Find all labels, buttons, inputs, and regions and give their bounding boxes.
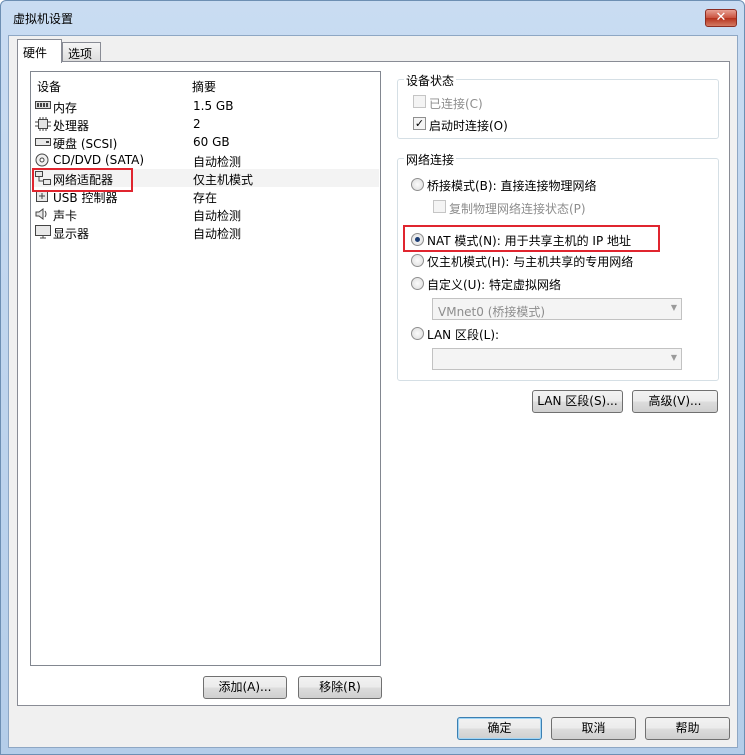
lan-segment-label[interactable]: LAN 区段(L):	[427, 326, 499, 343]
chevron-down-icon: ▼	[670, 353, 677, 362]
connected-checkbox[interactable]	[413, 95, 426, 108]
lan-segment-radio[interactable]	[411, 327, 424, 340]
processor-icon	[35, 117, 51, 131]
host-only-label[interactable]: 仅主机模式(H): 与主机共享的专用网络	[427, 253, 633, 270]
device-summary: 自动检测	[193, 209, 242, 223]
device-row-hard-disk[interactable]: 硬盘 (SCSI) 60 GB	[32, 133, 379, 151]
connected-label[interactable]: 已连接(C)	[429, 95, 483, 112]
cancel-button[interactable]: 取消	[551, 717, 636, 740]
custom-label[interactable]: 自定义(U): 特定虚拟网络	[427, 276, 561, 293]
device-name: 声卡	[53, 209, 78, 223]
device-summary: 存在	[193, 191, 218, 205]
device-row-cd-dvd[interactable]: CD/DVD (SATA) 自动检测	[32, 151, 379, 169]
device-name: 处理器	[53, 119, 90, 133]
highlight-box-nat-mode	[403, 225, 660, 252]
device-name: 显示器	[53, 227, 90, 241]
replicate-state-label[interactable]: 复制物理网络连接状态(P)	[449, 200, 586, 217]
device-summary: 自动检测	[193, 227, 242, 241]
tab-options[interactable]: 选项	[62, 42, 101, 62]
custom-network-select[interactable]: VMnet0 (桥接模式) ▼	[432, 298, 682, 320]
sound-card-icon	[35, 207, 51, 221]
ok-button[interactable]: 确定	[457, 717, 542, 740]
memory-icon	[35, 99, 51, 113]
bridged-label[interactable]: 桥接模式(B): 直接连接物理网络	[427, 177, 596, 194]
lan-segment-select[interactable]: ▼	[432, 348, 682, 370]
network-connection-title: 网络连接	[404, 151, 457, 168]
device-list-header: 设备 摘要	[31, 72, 380, 95]
column-header-summary[interactable]: 摘要	[192, 78, 216, 95]
device-row-processor[interactable]: 处理器 2	[32, 115, 379, 133]
help-button[interactable]: 帮助	[645, 717, 730, 740]
device-name: CD/DVD (SATA)	[53, 153, 145, 167]
device-row-memory[interactable]: 内存 1.5 GB	[32, 97, 379, 115]
custom-network-value: VMnet0 (桥接模式)	[438, 305, 546, 319]
host-only-radio[interactable]	[411, 254, 424, 267]
highlight-box-network-adapter	[32, 168, 133, 192]
column-header-device[interactable]: 设备	[37, 78, 61, 95]
advanced-button[interactable]: 高级(V)...	[632, 390, 718, 413]
close-icon: ✕	[715, 10, 727, 25]
dialog-client-area: 硬件 选项 设备 摘要 内存 1.5 GB 处理器 2 硬盘 (SCSI) 60…	[8, 35, 738, 748]
device-summary: 1.5 GB	[193, 99, 234, 113]
device-name: 内存	[53, 101, 78, 115]
device-status-title: 设备状态	[404, 72, 457, 89]
connect-at-power-on-label[interactable]: 启动时连接(O)	[429, 117, 508, 134]
cd-dvd-icon	[35, 153, 51, 167]
connect-at-power-on-checkbox[interactable]: ✓	[413, 117, 426, 130]
add-device-button[interactable]: 添加(A)...	[203, 676, 287, 699]
device-row-sound-card[interactable]: 声卡 自动检测	[32, 205, 379, 223]
replicate-state-checkbox[interactable]	[433, 200, 446, 213]
display-icon	[35, 225, 51, 239]
chevron-down-icon: ▼	[670, 303, 677, 312]
title-bar[interactable]: 虚拟机设置 ✕	[1, 1, 744, 35]
device-summary: 2	[193, 117, 201, 131]
device-name: 硬盘 (SCSI)	[53, 137, 118, 151]
remove-device-button[interactable]: 移除(R)	[298, 676, 382, 699]
tab-options-label: 选项	[68, 47, 93, 61]
tab-hardware-label: 硬件	[23, 46, 48, 60]
tab-hardware[interactable]: 硬件	[17, 39, 62, 63]
network-connection-group: 网络连接 桥接模式(B): 直接连接物理网络 复制物理网络连接状态(P) NAT…	[397, 151, 719, 381]
bridged-radio[interactable]	[411, 178, 424, 191]
hardware-panel: 设备 摘要 内存 1.5 GB 处理器 2 硬盘 (SCSI) 60 GB CD…	[17, 61, 730, 706]
device-list[interactable]: 设备 摘要 内存 1.5 GB 处理器 2 硬盘 (SCSI) 60 GB CD…	[30, 71, 381, 666]
device-summary: 60 GB	[193, 135, 230, 149]
device-status-group: 设备状态 已连接(C) ✓ 启动时连接(O)	[397, 72, 719, 139]
hard-disk-icon	[35, 135, 51, 149]
device-summary: 自动检测	[193, 155, 242, 169]
device-row-display[interactable]: 显示器 自动检测	[32, 223, 379, 241]
window-title: 虚拟机设置	[13, 12, 74, 26]
custom-radio[interactable]	[411, 277, 424, 290]
device-summary: 仅主机模式	[193, 173, 254, 187]
close-button[interactable]: ✕	[705, 9, 737, 27]
lan-segments-button[interactable]: LAN 区段(S)...	[532, 390, 623, 413]
vm-settings-window: 虚拟机设置 ✕ 硬件 选项 设备 摘要 内存 1.5 GB 处理器 2 硬盘 (…	[0, 0, 745, 755]
